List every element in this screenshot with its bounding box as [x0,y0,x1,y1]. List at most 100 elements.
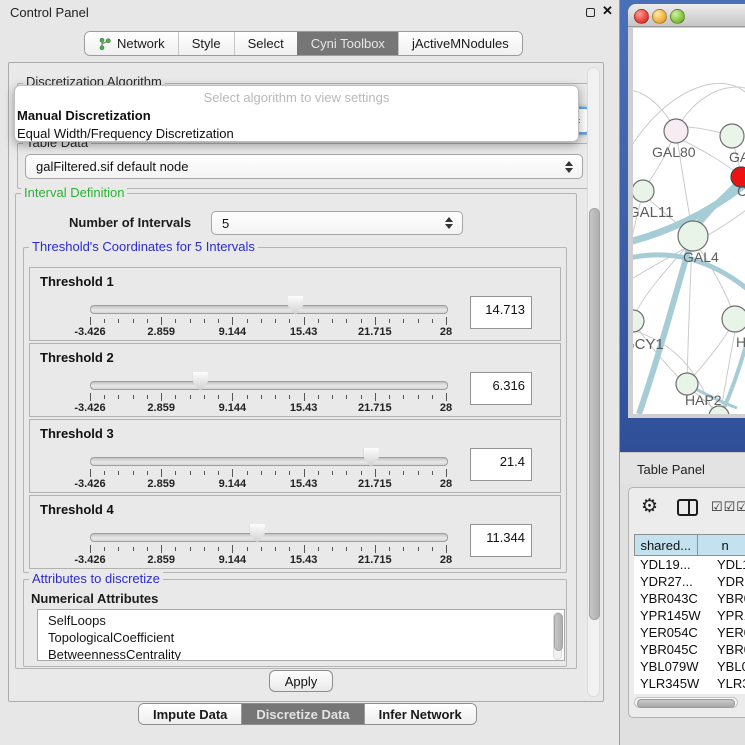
table-row[interactable]: YDL19...YDL1 [634,556,745,573]
node-gal80[interactable] [664,119,688,143]
bottom-tab-discretize-data[interactable]: Discretize Data [241,704,363,724]
tick-mark [232,317,233,325]
dropdown-option-equal-width[interactable]: Equal Width/Frequency Discretization [15,125,578,142]
tick-mark [418,319,419,323]
threshold-3-value-field[interactable]: 21.4 [470,448,532,481]
tick-mark [204,547,205,551]
tick-mark [332,547,333,551]
tick-mark [346,471,347,475]
table-row[interactable]: YBR043CYBR0 [634,590,745,607]
tab-style[interactable]: Style [178,32,234,55]
tick-mark [133,395,134,399]
table-row[interactable]: YBR045CYBR0 [634,641,745,658]
table-row[interactable]: YLR345WYLR3 [634,675,745,692]
node-h[interactable] [722,306,745,332]
tick-mark [318,395,319,399]
table-row[interactable]: YBL079WYBL0 [634,658,745,675]
cell-shared-name: YDR27... [634,574,709,589]
node-gal4[interactable] [678,221,708,251]
zoom-traffic-light-icon[interactable] [670,9,685,24]
tick-mark [90,393,91,401]
split-columns-icon[interactable] [677,499,698,516]
list-item-topologicalcoefficient[interactable]: TopologicalCoefficient [38,629,564,646]
node-gal11[interactable] [633,180,654,202]
column-header-shared-name[interactable]: shared... [634,534,698,556]
numerical-attributes-list[interactable]: SelfLoopsTopologicalCoefficientBetweenne… [37,609,565,661]
column-header-name[interactable]: n [698,534,745,556]
tick-mark [389,547,390,551]
float-window-icon[interactable] [586,8,595,17]
threshold-1-value-field[interactable]: 14.713 [470,296,532,329]
threshold-2-value-field[interactable]: 6.316 [470,372,532,405]
table-data-combo[interactable]: galFiltered.sif default node [25,154,583,179]
scale-label: 28 [440,554,452,566]
list-item-selfloops[interactable]: SelfLoops [38,612,564,629]
scale-label: 2.859 [147,554,175,566]
tick-mark [175,319,176,323]
threshold-4-label: Threshold 4 [40,502,114,517]
network-canvas[interactable]: GAL80 GA C GAL11 GAL4 GCY1 H HAP2 [633,28,745,414]
bottom-tab-infer-network[interactable]: Infer Network [364,704,476,724]
content-scrollbar[interactable] [587,67,600,697]
tick-mark [133,319,134,323]
table-row[interactable]: YDR27...YDR2 [634,573,745,590]
list-item-betweennesscentrality[interactable]: BetweennessCentrality [38,646,564,661]
tab-select[interactable]: Select [234,32,297,55]
tick-mark [232,469,233,477]
label-gal11: GAL11 [633,204,674,221]
tick-mark [332,395,333,399]
tick-mark [104,319,105,323]
control-panel-title: Control Panel [10,5,89,20]
checkbox-icons[interactable]: ☑☑☑ [711,499,745,515]
table-panel-title: Table Panel [637,462,705,477]
table-row[interactable]: YIL052CYIL0 [634,692,745,694]
bottom-tab-impute-data[interactable]: Impute Data [139,704,241,724]
tick-mark [218,547,219,551]
node-gcy1[interactable] [633,310,644,332]
close-icon[interactable]: ✕ [602,3,613,19]
numerical-attributes-label: Numerical Attributes [31,591,158,606]
label-partial-h: H [736,334,745,350]
tick-mark [118,395,119,399]
dropdown-option-manual-discretization[interactable]: Manual Discretization [15,107,578,125]
tick-mark [375,393,376,401]
tick-mark [190,547,191,551]
close-traffic-light-icon[interactable] [634,9,649,24]
attributes-list-scrollbar[interactable] [553,612,562,660]
table-row[interactable]: YPR145WYPR1 [634,607,745,624]
network-window: GAL80 GA C GAL11 GAL4 GCY1 H HAP2 [628,4,745,418]
threshold-4-slider-track[interactable] [90,533,448,542]
table-panel-titlebar: Table Panel [620,452,745,484]
tab-cyni-toolbox[interactable]: Cyni Toolbox [297,32,398,55]
tick-mark [289,395,290,399]
tick-mark [118,471,119,475]
threshold-4-value-field[interactable]: 11.344 [470,524,532,557]
tick-mark [432,471,433,475]
tick-mark [161,393,162,401]
number-of-intervals-value: 5 [222,216,229,231]
tab-label: Select [248,36,284,51]
tab-jactivemnodules[interactable]: jActiveMNodules [398,32,522,55]
algorithm-dropdown-popup: Select algorithm to view settings Manual… [14,85,579,142]
threshold-2-slider-track[interactable] [90,381,448,390]
tick-mark [190,471,191,475]
threshold-3-label: Threshold 3 [40,426,114,441]
gear-icon[interactable]: ⚙ [641,497,658,516]
tick-mark [375,469,376,477]
threshold-1-slider-track[interactable] [90,305,448,314]
apply-button[interactable]: Apply [269,670,333,692]
tick-mark [389,319,390,323]
scale-label: 9.144 [219,478,247,490]
tick-mark [90,469,91,477]
tick-mark [275,319,276,323]
threshold-3-slider-track[interactable] [90,457,448,466]
tick-mark [361,471,362,475]
network-window-titlebar[interactable] [628,4,745,27]
interval-definition-title: Interval Definition [21,186,127,200]
table-row[interactable]: YER054CYER0 [634,624,745,641]
minimize-traffic-light-icon[interactable] [652,9,667,24]
node-top-right[interactable] [720,124,744,148]
table-h-scrollbar[interactable] [634,697,738,708]
number-of-intervals-combo[interactable]: 5 [211,211,463,235]
tab-network[interactable]: Network [85,32,178,55]
